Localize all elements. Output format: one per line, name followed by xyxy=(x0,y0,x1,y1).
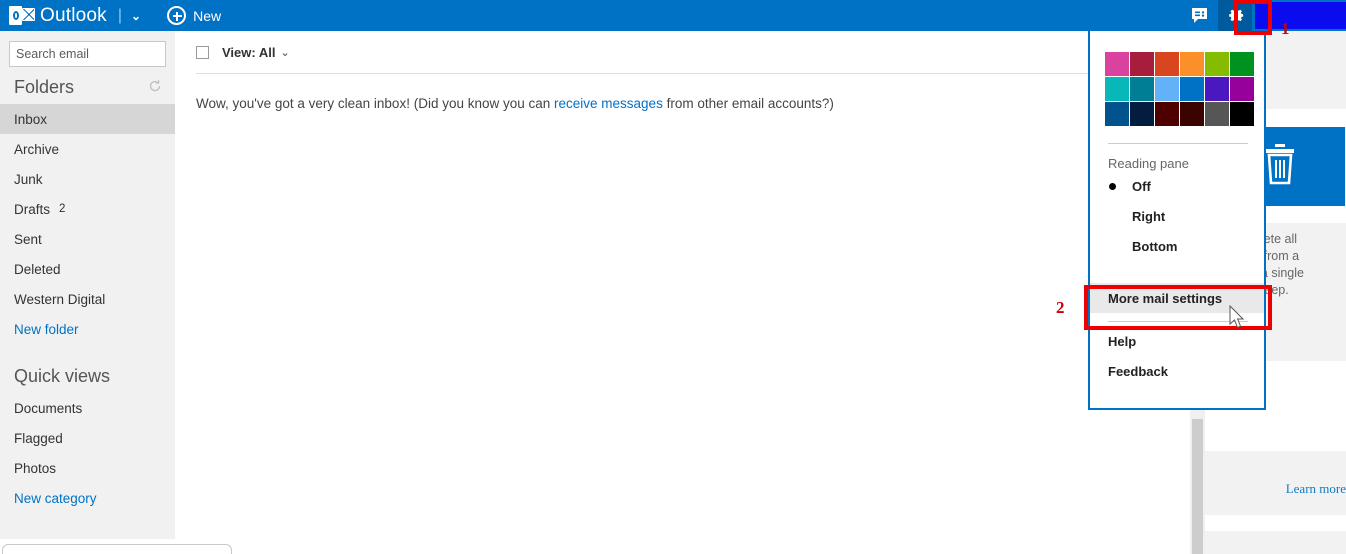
feedback-item[interactable]: Feedback xyxy=(1090,356,1264,386)
search-input[interactable] xyxy=(16,47,177,61)
sidebar-item-sent[interactable]: Sent xyxy=(0,224,175,254)
sidebar-item-drafts[interactable]: Drafts 2 xyxy=(0,194,175,224)
folder-label: Sent xyxy=(14,231,42,247)
radio-selected-icon xyxy=(1109,182,1116,190)
trash-can-icon xyxy=(1263,143,1297,190)
search-box[interactable] xyxy=(9,41,191,67)
theme-swatch[interactable] xyxy=(1105,102,1129,126)
scrollbar-thumb[interactable] xyxy=(1192,419,1203,554)
empty-inbox-message: Wow, you've got a very clean inbox! (Did… xyxy=(175,74,1190,111)
theme-swatch[interactable] xyxy=(1155,102,1179,126)
reading-pane-option-label: Right xyxy=(1132,208,1166,224)
reading-pane-option-bottom[interactable]: Bottom xyxy=(1090,231,1264,261)
chevron-down-icon[interactable]: ⌄ xyxy=(280,46,289,59)
refresh-icon[interactable] xyxy=(148,79,162,96)
receive-messages-link[interactable]: receive messages xyxy=(554,96,663,111)
folder-label: Inbox xyxy=(14,111,48,127)
new-mail-button[interactable]: New xyxy=(167,6,221,25)
new-mail-label: New xyxy=(193,7,222,24)
theme-swatch[interactable] xyxy=(1205,102,1229,126)
list-toolbar: View: All ⌄ xyxy=(175,31,1190,73)
brand-title: Outlook xyxy=(40,4,107,26)
quick-view-label: Documents xyxy=(14,400,83,416)
sidebar-item-new-folder[interactable]: New folder xyxy=(0,314,175,344)
sidebar-item-documents[interactable]: Documents xyxy=(0,393,175,423)
reading-pane-option-label: Bottom xyxy=(1132,238,1178,254)
sidebar-item-archive[interactable]: Archive xyxy=(0,134,175,164)
sidebar-item-new-category[interactable]: New category xyxy=(0,483,175,513)
reading-pane-label: Reading pane xyxy=(1108,156,1189,171)
quick-view-label: New category xyxy=(14,490,97,506)
obscured-blue-block xyxy=(1255,2,1346,29)
promo-bottom-strip xyxy=(1205,531,1346,554)
left-sidebar: Folders Inbox Archive Junk Drafts 2 Sent… xyxy=(0,31,191,539)
theme-swatch[interactable] xyxy=(1180,77,1204,101)
outlook-brand[interactable]: Outlook | ⌄ xyxy=(0,0,141,31)
sidebar-item-junk[interactable]: Junk xyxy=(0,164,175,194)
chevron-down-icon[interactable]: ⌄ xyxy=(131,9,141,23)
folder-label: Archive xyxy=(14,141,60,157)
folder-label: Drafts xyxy=(14,201,51,217)
folder-label: Western Digital xyxy=(14,291,106,307)
select-all-checkbox[interactable] xyxy=(196,45,209,59)
sidebar-item-flagged[interactable]: Flagged xyxy=(0,423,175,453)
theme-color-grid xyxy=(1090,31,1264,126)
quick-views-list: Documents Flagged Photos New category xyxy=(0,393,175,513)
quick-views-heading: Quick views xyxy=(14,366,111,386)
reading-pane-option-right[interactable]: Right xyxy=(1090,201,1264,231)
top-app-bar: Outlook | ⌄ New xyxy=(0,0,1346,31)
folder-label: New folder xyxy=(14,321,79,337)
menu-divider-2 xyxy=(1108,321,1248,322)
plus-circle-icon xyxy=(167,6,187,25)
outlook-logo-icon xyxy=(9,6,35,25)
theme-swatch[interactable] xyxy=(1205,77,1229,101)
theme-swatch[interactable] xyxy=(1155,52,1179,76)
theme-swatch[interactable] xyxy=(1130,77,1154,101)
sidebar-item-western-digital[interactable]: Western Digital xyxy=(0,284,175,314)
theme-swatch[interactable] xyxy=(1105,77,1129,101)
more-mail-settings-label: More mail settings xyxy=(1108,290,1223,306)
theme-swatch[interactable] xyxy=(1230,102,1254,126)
search-area xyxy=(0,31,191,67)
folder-label: Junk xyxy=(14,171,43,187)
top-bar-right-group xyxy=(1184,0,1346,31)
annotation-number-1: 1 xyxy=(1281,19,1290,38)
brand-separator: | xyxy=(117,6,123,24)
folder-count: 2 xyxy=(59,203,66,215)
gear-icon[interactable] xyxy=(1218,0,1252,31)
folders-heading: Folders xyxy=(14,77,75,97)
folder-label: Deleted xyxy=(14,261,61,277)
reading-pane-option-off[interactable]: Off xyxy=(1090,171,1264,201)
theme-swatch[interactable] xyxy=(1230,52,1254,76)
help-label: Help xyxy=(1108,333,1137,349)
empty-message-text-before: Wow, you've got a very clean inbox! (Did… xyxy=(196,96,555,111)
learn-more-link[interactable]: Learn more xyxy=(1205,451,1346,511)
more-mail-settings-item[interactable]: More mail settings xyxy=(1090,283,1264,313)
settings-dropdown-menu: Reading pane Off Right Bottom More mail … xyxy=(1088,31,1266,410)
bottom-docked-panel[interactable] xyxy=(2,544,232,554)
empty-message-text-after: from other email accounts?) xyxy=(662,96,834,111)
sidebar-item-photos[interactable]: Photos xyxy=(0,453,175,483)
sidebar-item-deleted[interactable]: Deleted xyxy=(0,254,175,284)
quick-view-label: Flagged xyxy=(14,430,63,446)
theme-swatch[interactable] xyxy=(1130,102,1154,126)
annotation-number-2: 2 xyxy=(1056,298,1065,317)
theme-swatch[interactable] xyxy=(1180,52,1204,76)
folders-section-header: Folders xyxy=(0,67,175,104)
sidebar-item-inbox[interactable]: Inbox xyxy=(0,104,175,134)
feedback-label: Feedback xyxy=(1108,363,1168,379)
folder-list: Inbox Archive Junk Drafts 2 Sent Deleted… xyxy=(0,104,175,344)
help-item[interactable]: Help xyxy=(1090,326,1264,356)
theme-swatch[interactable] xyxy=(1180,102,1204,126)
theme-swatch[interactable] xyxy=(1205,52,1229,76)
theme-swatch[interactable] xyxy=(1105,52,1129,76)
message-list-pane: View: All ⌄ Wow, you've got a very clean… xyxy=(175,31,1190,554)
theme-swatch[interactable] xyxy=(1155,77,1179,101)
view-filter-label[interactable]: View: All xyxy=(222,45,275,60)
theme-swatch[interactable] xyxy=(1230,77,1254,101)
chat-icon[interactable] xyxy=(1184,0,1218,31)
theme-swatch[interactable] xyxy=(1130,52,1154,76)
quick-view-label: Photos xyxy=(14,460,57,476)
